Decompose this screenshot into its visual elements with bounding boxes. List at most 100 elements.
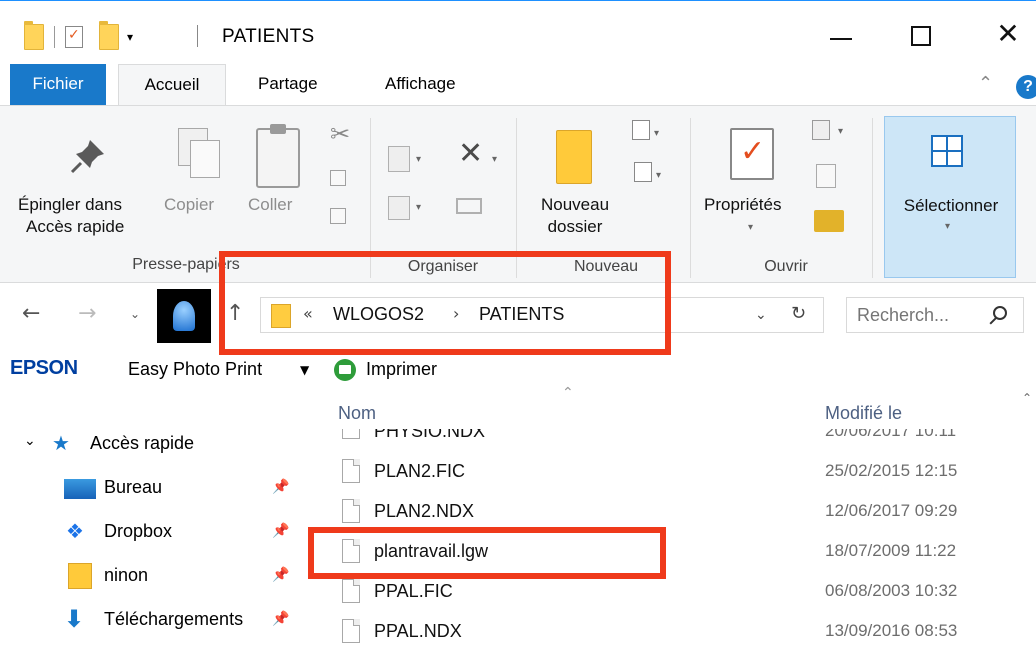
address-history-icon[interactable]: ⌄ xyxy=(755,307,767,323)
easy-photo-print-button[interactable]: Easy Photo Print xyxy=(128,359,262,380)
file-date: 18/07/2009 11:22 xyxy=(825,541,957,560)
nav-item-ninon[interactable]: ninon 📌 xyxy=(0,555,300,595)
tab-affichage[interactable]: Affichage xyxy=(385,64,456,106)
properties-icon xyxy=(730,128,774,180)
nav-quick-access[interactable]: ⌄ ★ Accès rapide xyxy=(0,423,300,463)
copy-icon xyxy=(178,128,228,188)
maximize-button[interactable] xyxy=(897,16,947,52)
file-icon xyxy=(342,429,360,439)
easy-access-icon[interactable] xyxy=(634,162,652,182)
select-button[interactable]: Sélectionner ▾ xyxy=(884,116,1016,278)
file-date: 20/06/2017 10:11 xyxy=(825,429,957,440)
customize-toolbar-icon[interactable]: ▾ xyxy=(127,30,133,44)
breadcrumb-overflow[interactable]: « xyxy=(303,304,313,323)
dropdown-icon: ▾ xyxy=(416,154,422,165)
dropdown-icon: ▾ xyxy=(416,202,422,213)
file-name: PLAN2.NDX xyxy=(374,501,475,521)
nav-item-downloads[interactable]: ⬇ Téléchargements 📌 xyxy=(0,599,300,639)
file-date: 06/08/2003 10:32 xyxy=(825,581,958,600)
open-icon[interactable] xyxy=(812,120,830,140)
edit-icon[interactable] xyxy=(816,164,836,188)
move-to-icon[interactable] xyxy=(388,146,410,172)
new-folder-icon[interactable] xyxy=(99,21,119,50)
new-folder-icon xyxy=(556,130,592,184)
folder-icon xyxy=(24,21,44,50)
recent-locations-icon[interactable]: ⌄ xyxy=(130,307,140,321)
table-row[interactable]: PPAL.FIC 06/08/2003 10:32 xyxy=(310,573,1020,611)
table-row[interactable]: PLAN2.NDX 12/06/2017 09:29 xyxy=(310,493,1020,531)
new-folder-button[interactable]: Nouveau dossier xyxy=(532,194,618,238)
breadcrumb-wlogos2[interactable]: WLOGOS2 xyxy=(333,304,424,325)
expand-icon[interactable]: ⌄ xyxy=(24,433,36,449)
file-date: 25/02/2015 12:15 xyxy=(825,461,958,480)
properties-icon[interactable] xyxy=(65,26,83,48)
copy-button[interactable]: Copier xyxy=(164,194,214,216)
table-row[interactable]: PLAN2.FIC 25/02/2015 12:15 xyxy=(310,453,1020,491)
pin-icon xyxy=(70,140,104,174)
paste-button[interactable]: Coller xyxy=(248,194,292,216)
file-icon xyxy=(342,619,360,643)
back-icon[interactable]: ← xyxy=(22,301,40,326)
column-header-name[interactable]: Nom xyxy=(338,403,376,424)
file-date: 13/09/2016 08:53 xyxy=(825,621,958,640)
group-divider xyxy=(690,118,691,278)
folder-icon xyxy=(271,304,291,328)
search-icon[interactable] xyxy=(993,306,1007,320)
rename-icon[interactable] xyxy=(456,198,482,214)
new-item-icon[interactable] xyxy=(632,120,650,140)
table-row[interactable]: PHYSIO.NDX 20/06/2017 10:11 xyxy=(310,429,1020,443)
navigation-pane: ⌄ ★ Accès rapide Bureau 📌 ❖ Dropbox 📌 ni… xyxy=(0,391,310,648)
copy-path-icon[interactable] xyxy=(330,170,346,186)
scroll-up-icon[interactable]: ⌃ xyxy=(1022,391,1032,405)
tab-partage[interactable]: Partage xyxy=(258,64,318,106)
file-name: PLAN2.FIC xyxy=(374,461,466,481)
dropbox-icon: ❖ xyxy=(66,519,84,543)
nav-item-bureau[interactable]: Bureau 📌 xyxy=(0,467,300,507)
desktop-icon xyxy=(64,479,96,499)
pin-quick-access-button[interactable]: Épingler dans Accès rapide xyxy=(18,194,158,238)
file-icon xyxy=(342,499,360,523)
file-icon xyxy=(342,579,360,603)
dropdown-icon: ▾ xyxy=(656,170,662,181)
minimize-button[interactable] xyxy=(815,16,865,52)
copy-to-icon[interactable] xyxy=(388,196,410,220)
select-all-icon xyxy=(931,135,963,167)
nav-label: Dropbox xyxy=(104,521,173,541)
search-box[interactable] xyxy=(846,297,1024,333)
breadcrumb-separator[interactable]: › xyxy=(453,304,459,323)
up-icon[interactable]: ↑ xyxy=(226,301,244,326)
help-icon[interactable]: ? xyxy=(1016,75,1036,99)
properties-button[interactable]: Propriétés xyxy=(704,194,781,216)
breadcrumb-patients[interactable]: PATIENTS xyxy=(479,304,564,325)
refresh-icon[interactable]: ↻ xyxy=(791,303,806,324)
print-button[interactable]: Imprimer xyxy=(366,359,437,380)
forward-icon[interactable]: → xyxy=(78,301,96,326)
epson-logo: EPSON xyxy=(10,357,78,379)
dropdown-icon[interactable]: ▼ xyxy=(300,363,309,377)
pin-icon: 📌 xyxy=(272,523,290,539)
window-title: PATIENTS xyxy=(222,26,315,47)
quick-access-toolbar: ▾ xyxy=(24,21,133,50)
collapse-ribbon-icon[interactable]: ⌃ xyxy=(978,73,993,94)
star-icon: ★ xyxy=(52,431,70,455)
search-input[interactable] xyxy=(857,302,987,328)
history-icon[interactable] xyxy=(814,210,844,232)
taskbar-app-icon[interactable] xyxy=(157,289,211,343)
nav-item-dropbox[interactable]: ❖ Dropbox 📌 xyxy=(0,511,300,551)
cut-icon[interactable]: ✂ xyxy=(330,120,350,148)
column-header-modified[interactable]: Modifié le xyxy=(825,403,902,424)
file-name: PPAL.FIC xyxy=(374,581,453,601)
maximize-icon xyxy=(911,26,931,46)
title-bar: ▾ PATIENTS ✕ xyxy=(0,2,1036,64)
close-button[interactable]: ✕ xyxy=(983,16,1033,52)
table-row[interactable]: PPAL.NDX 13/09/2016 08:53 xyxy=(310,613,1020,648)
table-row[interactable]: plantravail.lgw 18/07/2009 11:22 xyxy=(310,533,1020,571)
nav-label: Bureau xyxy=(104,477,163,497)
address-bar[interactable]: « WLOGOS2 › PATIENTS ⌄ ↻ xyxy=(260,297,824,333)
delete-icon[interactable]: ✕ xyxy=(458,136,483,171)
paste-shortcut-icon[interactable] xyxy=(330,208,346,224)
tab-fichier[interactable]: Fichier xyxy=(10,64,106,106)
dropdown-icon: ▾ xyxy=(654,128,660,139)
file-name: PHYSIO.NDX xyxy=(374,429,486,441)
tab-accueil[interactable]: Accueil xyxy=(118,64,226,106)
